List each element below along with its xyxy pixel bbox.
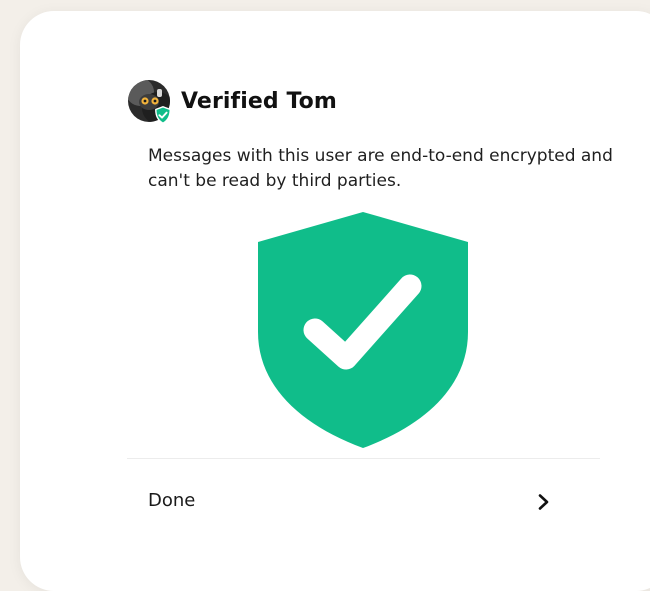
dialog-header: Verified Tom — [128, 80, 337, 124]
verification-dialog: Verified Tom Messages with this user are… — [20, 11, 650, 591]
shield-check-icon — [258, 212, 468, 448]
dialog-title: Verified Tom — [181, 88, 337, 114]
avatar — [128, 80, 171, 124]
chevron-right-icon — [538, 494, 549, 510]
verified-check-icon — [155, 106, 171, 124]
done-label: Done — [148, 490, 196, 511]
divider — [127, 458, 600, 459]
done-button[interactable]: Done — [128, 476, 600, 528]
encryption-message: Messages with this user are end-to-end e… — [148, 146, 613, 191]
